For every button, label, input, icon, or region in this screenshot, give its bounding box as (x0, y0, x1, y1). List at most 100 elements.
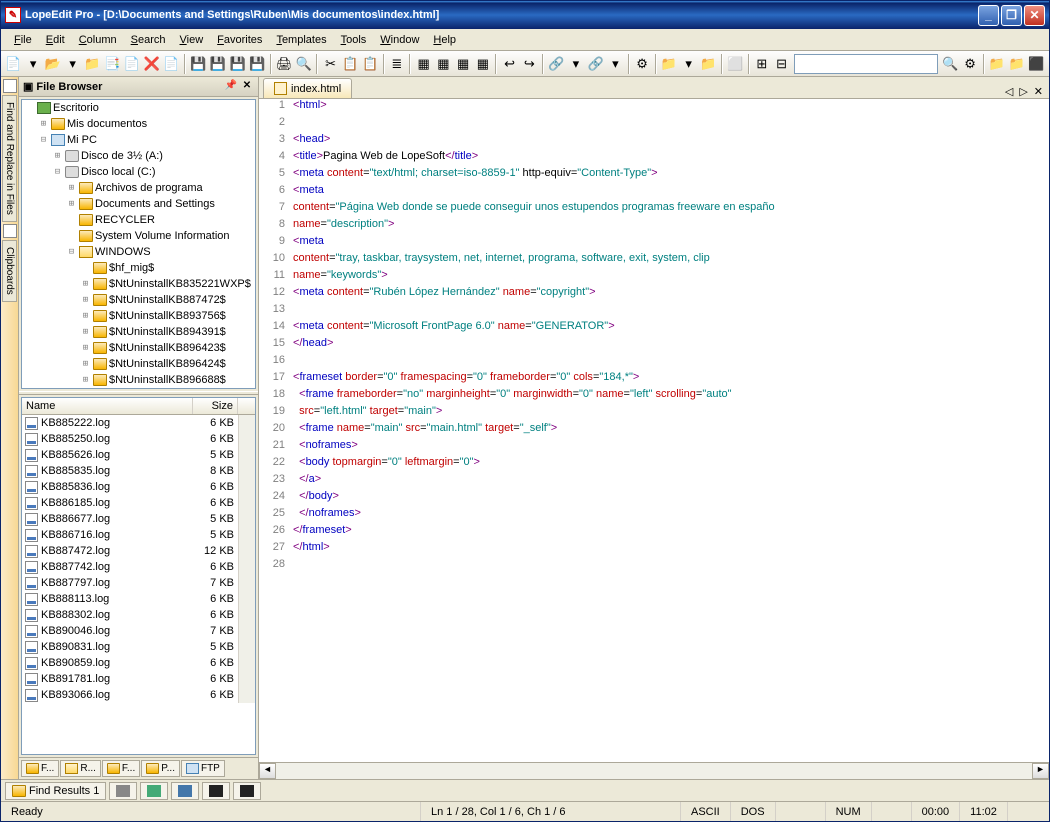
file-row[interactable]: KB886677.log5 KB (22, 511, 238, 527)
gear-icon[interactable]: ▣ (23, 80, 33, 93)
file-row[interactable]: KB890831.log5 KB (22, 639, 238, 655)
tab-prev-icon[interactable]: ◁ (1003, 85, 1015, 98)
toolbar-button[interactable]: 🔗 (586, 53, 605, 75)
tree-node[interactable]: Escritorio (22, 100, 255, 116)
menu-view[interactable]: View (173, 32, 211, 48)
toolbar-button[interactable]: 📁 (1007, 53, 1026, 75)
toolbar-button[interactable]: 📁 (988, 53, 1007, 75)
file-list[interactable]: Name Size KB885222.log6 KBKB885250.log6 … (21, 397, 256, 755)
toolbar-button[interactable]: 📋 (341, 53, 360, 75)
toolbar-button[interactable]: 💾 (209, 53, 228, 75)
file-row[interactable]: KB885222.log6 KB (22, 415, 238, 431)
tree-node[interactable]: ⊞Mis documentos (22, 116, 255, 132)
scrollbar[interactable] (238, 415, 255, 703)
panel-tab[interactable]: R... (60, 760, 101, 777)
tab-close-icon[interactable]: ✕ (1032, 85, 1045, 98)
menu-column[interactable]: Column (72, 32, 124, 48)
file-row[interactable]: KB886185.log6 KB (22, 495, 238, 511)
tree-node[interactable]: ⊟WINDOWS (22, 244, 255, 260)
file-row[interactable]: KB885835.log8 KB (22, 463, 238, 479)
toolbar-button[interactable]: 💾 (228, 53, 247, 75)
tree-node[interactable]: ⊞$NtUninstallKB896424$ (22, 356, 255, 372)
toolbar-button[interactable]: ⊞ (753, 53, 772, 75)
tree-node[interactable]: ⊞$NtUninstallKB835221WXP$ (22, 276, 255, 292)
toolbar-button[interactable]: 📁 (699, 53, 718, 75)
toolbar-button[interactable]: 🔍 (941, 53, 960, 75)
bottom-tab[interactable] (202, 782, 230, 800)
dock-tab-find-replace[interactable]: Find and Replace in Files (2, 95, 17, 222)
tree-node[interactable]: ⊞$NtUninstallKB894391$ (22, 324, 255, 340)
toolbar-button[interactable]: 📁 (660, 53, 679, 75)
toolbar-button[interactable]: 📁 (83, 53, 102, 75)
file-row[interactable]: KB886716.log5 KB (22, 527, 238, 543)
file-row[interactable]: KB887797.log7 KB (22, 575, 238, 591)
find-results-tab[interactable]: Find Results 1 (5, 782, 106, 800)
bottom-tab[interactable] (109, 782, 137, 800)
file-row[interactable]: KB890859.log6 KB (22, 655, 238, 671)
file-row[interactable]: KB888302.log6 KB (22, 607, 238, 623)
menu-file[interactable]: File (7, 32, 39, 48)
toolbar-button[interactable]: 📄 (162, 53, 181, 75)
h-scrollbar[interactable]: ◄► (259, 762, 1049, 779)
bottom-tab[interactable] (140, 782, 168, 800)
toolbar-button[interactable]: ▾ (24, 53, 43, 75)
toolbar-button[interactable]: ▾ (63, 53, 82, 75)
tree-node[interactable]: ⊞Archivos de programa (22, 180, 255, 196)
file-row[interactable]: KB885250.log6 KB (22, 431, 238, 447)
file-row[interactable]: KB887472.log12 KB (22, 543, 238, 559)
menu-favorites[interactable]: Favorites (210, 32, 269, 48)
file-row[interactable]: KB887742.log6 KB (22, 559, 238, 575)
menu-search[interactable]: Search (124, 32, 173, 48)
toolbar-button[interactable]: 📂 (44, 53, 63, 75)
toolbar-button[interactable]: ▦ (454, 53, 473, 75)
toolbar-button[interactable]: 📄 (123, 53, 142, 75)
tree-node[interactable]: $hf_mig$ (22, 260, 255, 276)
menu-window[interactable]: Window (373, 32, 426, 48)
code-editor[interactable]: 1234567891011121314151617181920212223242… (259, 99, 1049, 762)
toolbar-button[interactable]: ▦ (434, 53, 453, 75)
toolbar-button[interactable]: 📋 (361, 53, 380, 75)
file-row[interactable]: KB885836.log6 KB (22, 479, 238, 495)
tree-node[interactable]: ⊞Disco de 3½ (A:) (22, 148, 255, 164)
toolbar-button[interactable]: ↪ (520, 53, 539, 75)
toolbar-button[interactable]: ✂ (321, 53, 340, 75)
toolbar-button[interactable]: ▾ (606, 53, 625, 75)
toolbar-button[interactable]: 🔍 (295, 53, 314, 75)
pin-icon[interactable]: 📌 (224, 80, 238, 94)
tree-node[interactable]: System Volume Information (22, 228, 255, 244)
menu-templates[interactable]: Templates (269, 32, 333, 48)
panel-tab[interactable]: F... (21, 760, 59, 777)
toolbar-combo[interactable] (794, 54, 938, 74)
toolbar-button[interactable]: 💾 (248, 53, 267, 75)
bottom-tab[interactable] (233, 782, 261, 800)
toolbar-button[interactable]: ↩ (500, 53, 519, 75)
maximize-button[interactable]: ❐ (1001, 5, 1022, 26)
minimize-button[interactable]: _ (978, 5, 999, 26)
toolbar-button[interactable]: ▦ (474, 53, 493, 75)
tree-node[interactable]: ⊞$NtUninstallKB896423$ (22, 340, 255, 356)
file-row[interactable]: KB890046.log7 KB (22, 623, 238, 639)
toolbar-button[interactable]: 💾 (189, 53, 208, 75)
toolbar-button[interactable]: ⚙ (633, 53, 652, 75)
toolbar-button[interactable]: ⬛ (1027, 53, 1046, 75)
toolbar-button[interactable]: ≣ (388, 53, 407, 75)
dock-icon[interactable] (3, 224, 17, 238)
panel-close-icon[interactable]: ✕ (240, 80, 254, 94)
folder-tree[interactable]: Escritorio⊞Mis documentos⊟Mi PC⊞Disco de… (21, 99, 256, 389)
toolbar-button[interactable]: 🔗 (547, 53, 566, 75)
toolbar-button[interactable]: ❌ (142, 53, 161, 75)
toolbar-button[interactable]: ▾ (567, 53, 586, 75)
file-row[interactable]: KB888113.log6 KB (22, 591, 238, 607)
tree-node[interactable]: ⊞$NtUninstallKB893756$ (22, 308, 255, 324)
file-row[interactable]: KB893066.log6 KB (22, 687, 238, 703)
tree-node[interactable]: ⊞$NtUninstallKB896688$ (22, 372, 255, 388)
menu-help[interactable]: Help (426, 32, 463, 48)
close-button[interactable]: ✕ (1024, 5, 1045, 26)
toolbar-button[interactable]: ⚙ (961, 53, 980, 75)
dock-icon[interactable] (3, 79, 17, 93)
toolbar-button[interactable]: ▦ (414, 53, 433, 75)
toolbar-button[interactable]: ⬜ (726, 53, 745, 75)
menu-edit[interactable]: Edit (39, 32, 72, 48)
col-size[interactable]: Size (193, 398, 238, 414)
panel-tab[interactable]: P... (141, 760, 180, 777)
